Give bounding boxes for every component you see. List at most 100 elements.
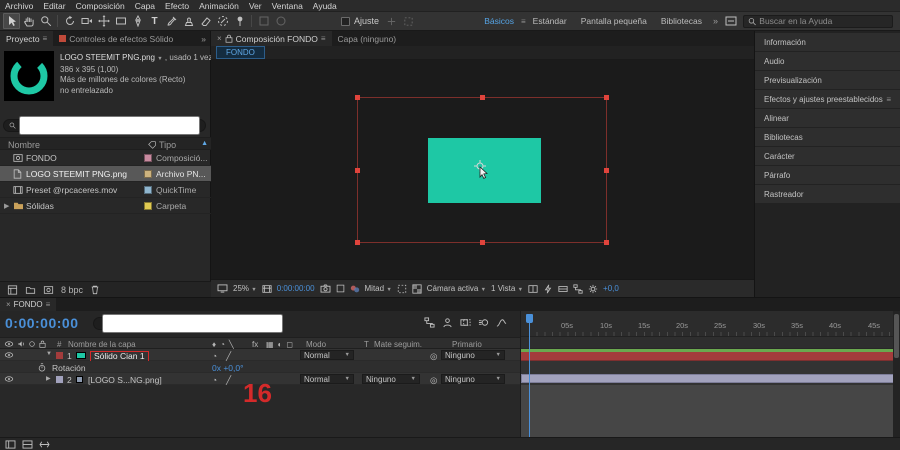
expander-icon[interactable]: ▼: [46, 351, 52, 357]
interpret-footage-icon[interactable]: [7, 284, 18, 295]
help-search-input[interactable]: [759, 16, 888, 26]
composition-mini-flowchart-icon[interactable]: [424, 317, 435, 328]
panel-audio[interactable]: Audio: [755, 52, 900, 70]
expander-icon[interactable]: ▶: [46, 375, 51, 382]
close-icon[interactable]: ×: [217, 34, 222, 43]
column-parent[interactable]: Primario: [452, 340, 482, 349]
timeline-nav-icon[interactable]: [558, 284, 568, 294]
tab-overflow-chevron[interactable]: »: [197, 31, 210, 46]
panel-menu-icon[interactable]: ≡: [321, 34, 326, 43]
selection-handle[interactable]: [355, 168, 360, 173]
project-row-logo-steemit[interactable]: LOGO STEEMIT PNG.png Archivo PN...: [0, 166, 211, 182]
layer-name-annotated[interactable]: Sólido Cian 1: [90, 350, 149, 362]
collapse-switch-icon[interactable]: ◔: [212, 351, 217, 361]
chevron-down-icon[interactable]: ▼: [157, 56, 162, 62]
menu-item-capa[interactable]: Capa: [130, 0, 160, 12]
expander-icon[interactable]: ▶: [4, 202, 13, 210]
menu-item-ver[interactable]: Ver: [244, 0, 267, 12]
current-timecode[interactable]: 0:00:00:00: [5, 315, 79, 331]
view-layout-dropdown[interactable]: 1 Vista ▼: [491, 284, 523, 293]
column-mode[interactable]: Modo: [306, 340, 326, 349]
eraser-tool-icon[interactable]: [197, 13, 214, 29]
safe-areas-icon[interactable]: [262, 284, 272, 294]
label-color-swatch[interactable]: [144, 169, 152, 178]
parent-pickwhip-icon[interactable]: ◎: [430, 375, 437, 386]
shared-view-icon[interactable]: [722, 13, 739, 29]
label-color-swatch[interactable]: [144, 153, 152, 162]
shape-tool-icon[interactable]: [112, 13, 129, 29]
label-color-swatch[interactable]: [144, 185, 152, 194]
bit-depth-label[interactable]: 8 bpc: [61, 285, 83, 295]
project-row-fondo[interactable]: FONDO Composició...: [0, 150, 211, 166]
transparency-grid-icon[interactable]: [412, 283, 422, 294]
expand-switches-icon[interactable]: [5, 439, 16, 449]
show-snapshot-icon[interactable]: [336, 284, 345, 293]
shy-icon[interactable]: [442, 317, 453, 328]
layer-1-duration-bar[interactable]: [521, 352, 893, 361]
timeline-search-input[interactable]: [102, 314, 283, 333]
menu-item-composicion[interactable]: Composición: [71, 0, 130, 12]
tab-capa-ninguno[interactable]: Capa (ninguno): [332, 31, 403, 46]
panel-parrafo[interactable]: Párrafo: [755, 166, 900, 184]
blend-mode-dropdown[interactable]: Normal ▼: [300, 374, 354, 384]
new-composition-icon[interactable]: [43, 285, 54, 295]
active-camera-dropdown[interactable]: Cámara activa ▼: [427, 284, 486, 293]
column-t[interactable]: T: [364, 340, 369, 349]
rotate-tool-icon[interactable]: [61, 13, 78, 29]
zoom-tool-icon[interactable]: [37, 13, 54, 29]
sort-ascending-icon[interactable]: ▲: [201, 140, 208, 147]
stopwatch-icon[interactable]: [38, 363, 46, 372]
timeline-vertical-scrollbar[interactable]: [893, 311, 900, 438]
composition-viewer[interactable]: [211, 60, 754, 279]
quality-switch-icon[interactable]: ╱: [226, 375, 231, 386]
snap-checkbox[interactable]: [341, 16, 350, 26]
property-row-rotacion[interactable]: Rotación 0x +0,0°: [0, 361, 520, 373]
panel-informacion[interactable]: Información: [755, 33, 900, 51]
motion-blur-icon[interactable]: [478, 317, 489, 328]
workspace-tab-basicos[interactable]: Básicos: [477, 16, 521, 26]
brush-tool-icon[interactable]: [163, 13, 180, 29]
workspace-tab-estandar[interactable]: Estándar: [526, 16, 574, 26]
resolution-dropdown[interactable]: Mitad ▼: [365, 284, 392, 293]
timeline-track-area[interactable]: 05s 10s 15s 20s 25s 30s 35s 40s 45s: [520, 311, 893, 438]
close-icon[interactable]: ×: [6, 300, 11, 309]
puppet-pin-tool-icon[interactable]: [231, 13, 248, 29]
tab-timeline-fondo[interactable]: × FONDO ≡: [0, 298, 57, 311]
panel-previsualizacion[interactable]: Previsualización: [755, 71, 900, 89]
exposure-value[interactable]: +0,0: [603, 284, 619, 293]
layer-2-duration-bar[interactable]: [521, 374, 893, 383]
selection-tool-icon[interactable]: [3, 13, 20, 29]
expand-modes-icon[interactable]: [22, 439, 33, 449]
selection-handle[interactable]: [355, 240, 360, 245]
panel-efectos-y-ajustes[interactable]: Efectos y ajustes preestablecidos ≡: [755, 90, 900, 108]
eye-icon[interactable]: [4, 352, 14, 358]
column-nombre[interactable]: Nombre: [8, 140, 40, 150]
project-row-solidas[interactable]: ▶ Sólidas Carpeta: [0, 198, 211, 214]
column-track-matte[interactable]: Mate seguim.: [374, 340, 422, 349]
panel-menu-icon[interactable]: ≡: [43, 34, 48, 43]
channels-icon[interactable]: [350, 284, 360, 294]
panel-menu-icon[interactable]: ≡: [46, 300, 51, 309]
scrollbar-thumb[interactable]: [894, 314, 899, 358]
pen-tool-icon[interactable]: [129, 13, 146, 29]
label-color-swatch[interactable]: [56, 351, 63, 359]
comp-viewer-chip-fondo[interactable]: FONDO: [216, 46, 265, 59]
quality-switch-icon[interactable]: ╱: [226, 351, 231, 362]
region-of-interest-icon[interactable]: [397, 284, 407, 294]
layer-row-1[interactable]: ▼ 1 Sólido Cian 1 ◔ ╱ Normal ▼ ◎ Ninguno ▼: [0, 349, 520, 362]
solid-color-swatch[interactable]: [76, 351, 86, 359]
panel-bibliotecas[interactable]: Bibliotecas: [755, 128, 900, 146]
fast-previews-icon[interactable]: [543, 284, 553, 294]
clone-stamp-tool-icon[interactable]: [180, 13, 197, 29]
preview-monitor-icon[interactable]: [217, 284, 228, 293]
new-folder-icon[interactable]: [25, 285, 36, 295]
menu-item-efecto[interactable]: Efecto: [160, 0, 194, 12]
pixel-aspect-icon[interactable]: [528, 284, 538, 294]
parent-dropdown[interactable]: Ninguno ▼: [441, 350, 505, 360]
menu-item-ventana[interactable]: Ventana: [267, 0, 308, 12]
text-tool-icon[interactable]: T: [146, 13, 163, 29]
graph-editor-icon[interactable]: [496, 317, 507, 328]
menu-item-editar[interactable]: Editar: [38, 0, 70, 12]
label-color-swatch[interactable]: [56, 375, 63, 383]
tab-controles-de-efectos[interactable]: Controles de efectos Sólido: [53, 31, 179, 46]
